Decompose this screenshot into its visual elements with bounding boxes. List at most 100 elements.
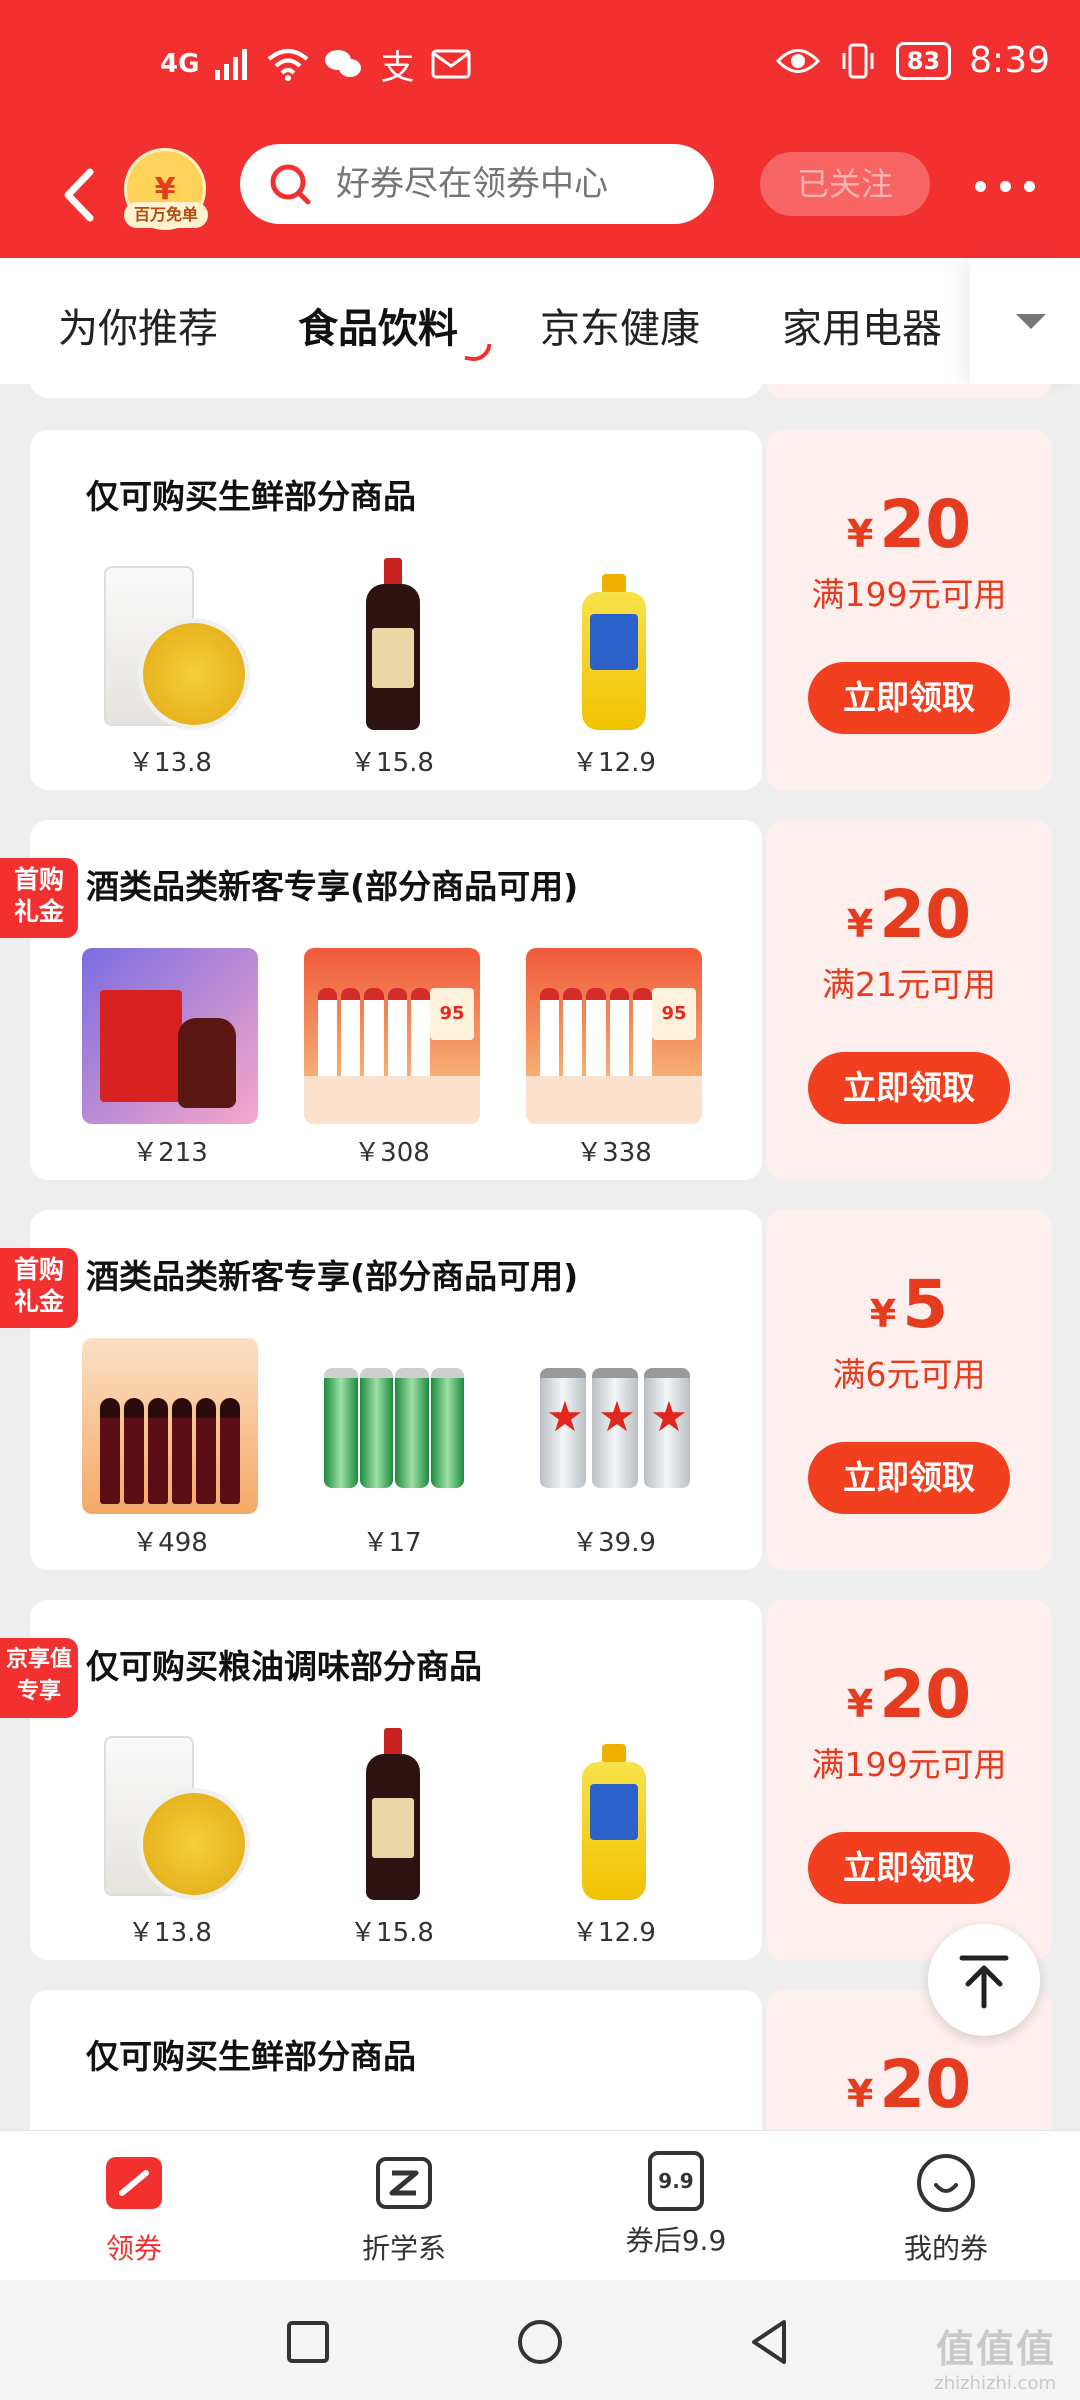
eye-icon <box>775 48 820 73</box>
tabs-expand[interactable] <box>970 258 1080 384</box>
amount-value: 20 <box>879 486 972 563</box>
back-icon[interactable] <box>746 2318 794 2366</box>
wechat-icon <box>325 50 362 77</box>
coupon-amount: ¥20 <box>766 876 1052 953</box>
nav-coupons[interactable]: 领券 <box>34 2151 234 2267</box>
coupon-right-panel: ¥20 满21元可用 立即领取 <box>766 820 1052 1180</box>
coupon-card: 首购礼金 酒类品类新客专享(部分商品可用) ￥213 95 ￥308 95 ￥3… <box>0 820 1052 1180</box>
wifi-icon <box>268 49 309 81</box>
back-arrow-icon[interactable] <box>50 160 110 230</box>
nav-after-coupon-9-9[interactable]: 9.9 券后9.9 <box>576 2151 776 2259</box>
product-item[interactable]: ￥39.9 <box>526 1338 702 1559</box>
coupon-amount: ¥5 <box>766 1266 1052 1343</box>
coupon-right-panel: ¥5 满6元可用 立即领取 <box>766 1210 1052 1570</box>
system-nav-bar <box>0 2280 1080 2400</box>
vibrate-icon <box>842 43 874 78</box>
claim-button[interactable]: 立即领取 <box>808 1832 1010 1904</box>
z-logo-icon <box>376 2157 432 2209</box>
tab-recommend[interactable]: 为你推荐 <box>58 296 218 354</box>
coupon-left-panel[interactable]: 仅可购买生鲜部分商品 ￥13.8 ￥15.8 ￥12.9 <box>30 430 762 790</box>
product-price: ￥308 <box>354 1138 430 1168</box>
tag-line: 礼金 <box>13 897 64 926</box>
currency-symbol: ¥ <box>846 512 874 556</box>
cooking-oil-bottle-image <box>526 558 702 734</box>
coupon-icon <box>106 2157 162 2209</box>
amount-value: 5 <box>902 1266 949 1343</box>
coupon-condition: 满199元可用 <box>811 1745 1007 1784</box>
nav-my-coupons[interactable]: 我的券 <box>846 2151 1046 2267</box>
product-item[interactable]: ￥213 <box>82 948 258 1169</box>
active-tab-indicator <box>464 340 492 364</box>
battery-level: 83 <box>895 41 952 80</box>
nav-label: 折学系 <box>361 2232 446 2265</box>
product-item[interactable]: ￥17 <box>304 1338 480 1559</box>
follow-button[interactable]: 已关注 <box>760 152 930 216</box>
search-input[interactable] <box>336 164 666 204</box>
bottom-nav: 领券 折学系 9.9 券后9.9 我的券 <box>0 2130 1080 2280</box>
product-item[interactable]: ￥12.9 <box>526 558 702 779</box>
product-item[interactable]: ￥498 <box>82 1338 258 1559</box>
product-item[interactable]: ￥12.9 <box>526 1728 702 1949</box>
price-tag-icon: 9.9 <box>648 2151 704 2211</box>
product-item[interactable]: 95 ￥308 <box>304 948 480 1169</box>
coupon-right-panel: ¥20 满199元可用 立即领取 <box>766 1600 1052 1960</box>
coupon-title: 酒类品类新客专享(部分商品可用) <box>86 867 579 906</box>
nav-label: 我的券 <box>903 2232 988 2265</box>
coupon-left-panel[interactable]: 首购礼金 酒类品类新客专享(部分商品可用) ￥213 95 ￥308 95 ￥3… <box>0 820 762 1180</box>
red-wine-bottles-image <box>82 1338 258 1514</box>
tag-line: 首购 <box>13 865 64 894</box>
coupon-title: 酒类品类新客专享(部分商品可用) <box>86 1257 579 1296</box>
product-price: ￥15.8 <box>350 748 434 778</box>
currency-symbol: ¥ <box>846 2072 874 2116</box>
nav-label: 领券 <box>105 2232 162 2265</box>
tag-line: 礼金 <box>13 1287 64 1316</box>
amount-value: 20 <box>879 1656 972 1733</box>
baijiu-bottles-image: 95 <box>304 948 480 1124</box>
coupon-right-panel <box>766 384 1052 398</box>
first-purchase-tag: 首购 礼金 <box>0 858 78 938</box>
coupon-list: 仅可购买生鲜部分商品 ￥13.8 ￥15.8 ￥12.9 ¥20 满199元可用… <box>0 384 1080 2130</box>
tab-food-drinks[interactable]: 食品饮料 <box>298 296 458 354</box>
claim-button[interactable]: 立即领取 <box>808 1052 1010 1124</box>
mail-icon <box>431 49 471 79</box>
search-bar[interactable] <box>240 144 714 224</box>
product-item[interactable]: ￥13.8 <box>82 558 258 779</box>
product-item[interactable]: 95 ￥338 <box>526 948 702 1169</box>
coupon-left-panel[interactable]: 京享值 专享 仅可购买粮油调味部分商品 ￥13.8 ￥15.8 ￥12.9 <box>0 1600 762 1960</box>
coupon-amount: ¥20 <box>766 1656 1052 1733</box>
home-icon[interactable] <box>516 2318 564 2366</box>
nav-discount-school[interactable]: 折学系 <box>304 2151 504 2267</box>
smile-icon <box>917 2154 975 2212</box>
product-price: ￥15.8 <box>350 1918 434 1948</box>
product-item[interactable]: ￥15.8 <box>304 558 480 779</box>
more-menu-icon[interactable] <box>975 166 1035 206</box>
wine-gift-box-image <box>82 948 258 1124</box>
back-to-top-button[interactable] <box>928 1924 1040 2036</box>
coupon-card: 京享值 专享 仅可购买粮油调味部分商品 ￥13.8 ￥15.8 ￥12.9 ¥20 <box>0 1600 1052 1960</box>
badge-label: 百万免单 <box>124 202 208 228</box>
coupon-condition: 满21元可用 <box>822 965 996 1004</box>
recent-apps-icon[interactable] <box>286 2320 330 2364</box>
claim-button[interactable]: 立即领取 <box>808 1442 1010 1514</box>
currency-symbol: ¥ <box>869 1292 897 1336</box>
soy-sauce-bottle-image <box>304 1728 480 1904</box>
product-item[interactable]: ￥13.8 <box>82 1728 258 1949</box>
coupon-right-panel: ¥20 满199元可用 立即领取 <box>766 430 1052 790</box>
tag-line: 京享值 <box>5 1647 72 1672</box>
product-item[interactable]: ￥15.8 <box>304 1728 480 1949</box>
tab-jd-health[interactable]: 京东健康 <box>540 296 700 354</box>
amount-value: 20 <box>879 2046 972 2123</box>
cooking-oil-bottle-image <box>526 1728 702 1904</box>
coupon-left-panel[interactable]: 首购礼金 酒类品类新客专享(部分商品可用) ￥498 ￥17 ￥39.9 <box>0 1210 762 1570</box>
amount-value: 20 <box>879 876 972 953</box>
top-bar: ¥ 百万免单 已关注 <box>0 138 1080 258</box>
product-price: ￥12.9 <box>572 748 656 778</box>
currency-symbol: ¥ <box>846 902 874 946</box>
alipay-icon: 支 <box>380 47 415 88</box>
tab-appliances[interactable]: 家用电器 <box>782 296 942 354</box>
coupon-title: 仅可购买生鲜部分商品 <box>86 477 416 516</box>
coupon-condition: 满6元可用 <box>832 1355 986 1394</box>
coupon-left-panel[interactable]: 仅可购买生鲜部分商品 <box>30 1990 762 2130</box>
claim-button[interactable]: 立即领取 <box>808 662 1010 734</box>
product-price: ￥338 <box>576 1138 652 1168</box>
